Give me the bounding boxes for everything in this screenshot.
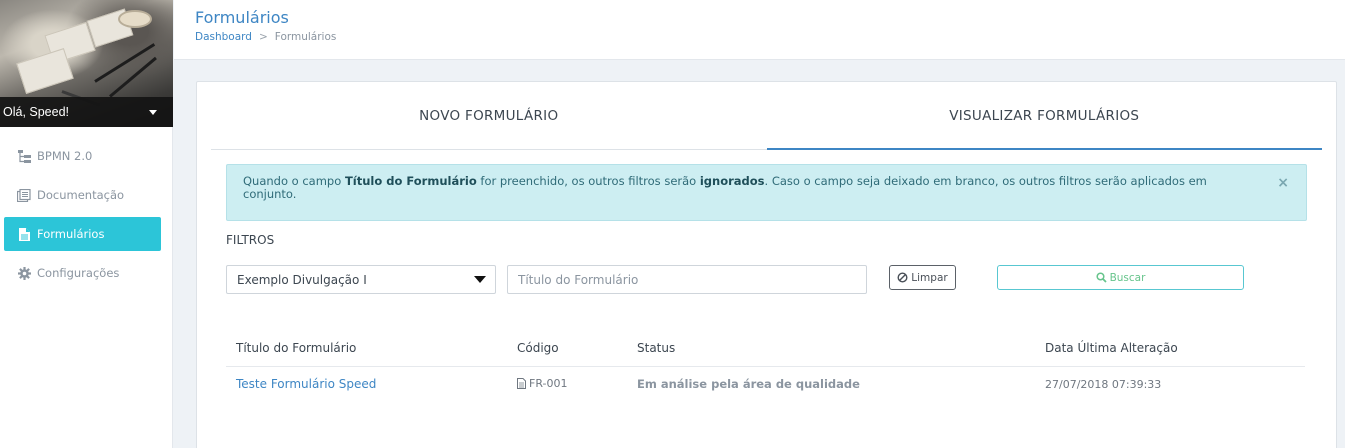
profile-cover-image: Olá, Speed! [0,0,173,127]
close-icon[interactable]: × [1277,176,1289,190]
column-header-title[interactable]: Título do Formulário [226,331,507,367]
page-header: Formulários Dashboard > Formulários [174,0,1345,60]
clear-button-label: Limpar [911,271,948,284]
breadcrumb-separator: > [258,31,268,43]
sidebar-item-label: Configurações [37,266,120,280]
clear-button[interactable]: Limpar [889,265,956,290]
sidebar-item-formularios[interactable]: Formulários [4,217,161,251]
info-alert: Quando o campo Título do Formulário for … [226,164,1307,221]
form-type-select[interactable]: Exemplo Divulgação I [226,265,496,294]
column-header-code[interactable]: Código [507,331,627,367]
breadcrumb: Dashboard > Formulários [195,31,1345,43]
page-title: Formulários [195,8,289,27]
sidebar-item-label: Formulários [37,227,105,241]
alert-text-middle: for preenchido, os outros filtros serão [476,174,700,188]
hierarchy-icon [17,149,31,163]
search-button-label: Buscar [1109,271,1146,284]
tab-novo-formulario[interactable]: NOVO FORMULÁRIO [211,82,767,149]
tab-visualizar-formularios[interactable]: VISUALIZAR FORMULÁRIOS [766,82,1323,150]
form-code-cell: FR-001 [507,366,627,402]
sidebar-item-label: BPMN 2.0 [37,149,93,163]
alert-text-prefix: Quando o campo [243,174,345,188]
filters-label: FILTROS [226,233,275,247]
form-code: FR-001 [529,376,568,390]
sidebar-item-documentacao[interactable]: Documentação [4,178,161,212]
tabs: NOVO FORMULÁRIO VISUALIZAR FORMULÁRIOS [211,82,1322,150]
search-button[interactable]: Buscar [997,265,1244,290]
column-header-date[interactable]: Data Última Alteração [1035,331,1305,367]
caret-down-icon [149,109,157,115]
forms-table: Título do Formulário Código Status Data … [226,331,1305,402]
form-last-modified: 27/07/2018 07:39:33 [1045,377,1162,391]
sidebar-item-bpmn[interactable]: BPMN 2.0 [4,139,161,173]
title-search-input[interactable] [507,265,867,294]
search-icon [1096,272,1107,283]
breadcrumb-dashboard[interactable]: Dashboard [195,31,252,43]
gear-icon [17,266,31,280]
table-header-row: Título do Formulário Código Status Data … [226,331,1305,367]
table-row[interactable]: Teste Formulário Speed FR-001 Em análise… [226,366,1305,402]
document-icon [517,377,526,392]
chevron-down-icon [474,276,486,283]
column-header-status[interactable]: Status [627,331,1035,367]
alert-field-name: Título do Formulário [344,174,477,188]
sidebar: Olá, Speed! BPMN 2.0 Documentação Formul… [0,0,173,448]
profile-menu[interactable]: Olá, Speed! [0,97,173,127]
sidebar-nav: BPMN 2.0 Documentação Formulários Config… [0,139,172,290]
sidebar-item-label: Documentação [37,188,125,202]
form-title-link[interactable]: Teste Formulário Speed [226,366,507,402]
sidebar-item-configuracoes[interactable]: Configurações [4,256,161,290]
profile-name: Olá, Speed! [3,105,70,119]
documents-icon [17,188,31,202]
form-status: Em análise pela área de qualidade [637,377,860,392]
select-value: Exemplo Divulgação I [237,272,367,287]
breadcrumb-current: Formulários [274,31,337,43]
forms-card: NOVO FORMULÁRIO VISUALIZAR FORMULÁRIOS Q… [196,81,1337,448]
ban-icon [897,272,908,283]
alert-emphasis: ignorados [699,174,765,188]
file-icon [17,227,31,241]
